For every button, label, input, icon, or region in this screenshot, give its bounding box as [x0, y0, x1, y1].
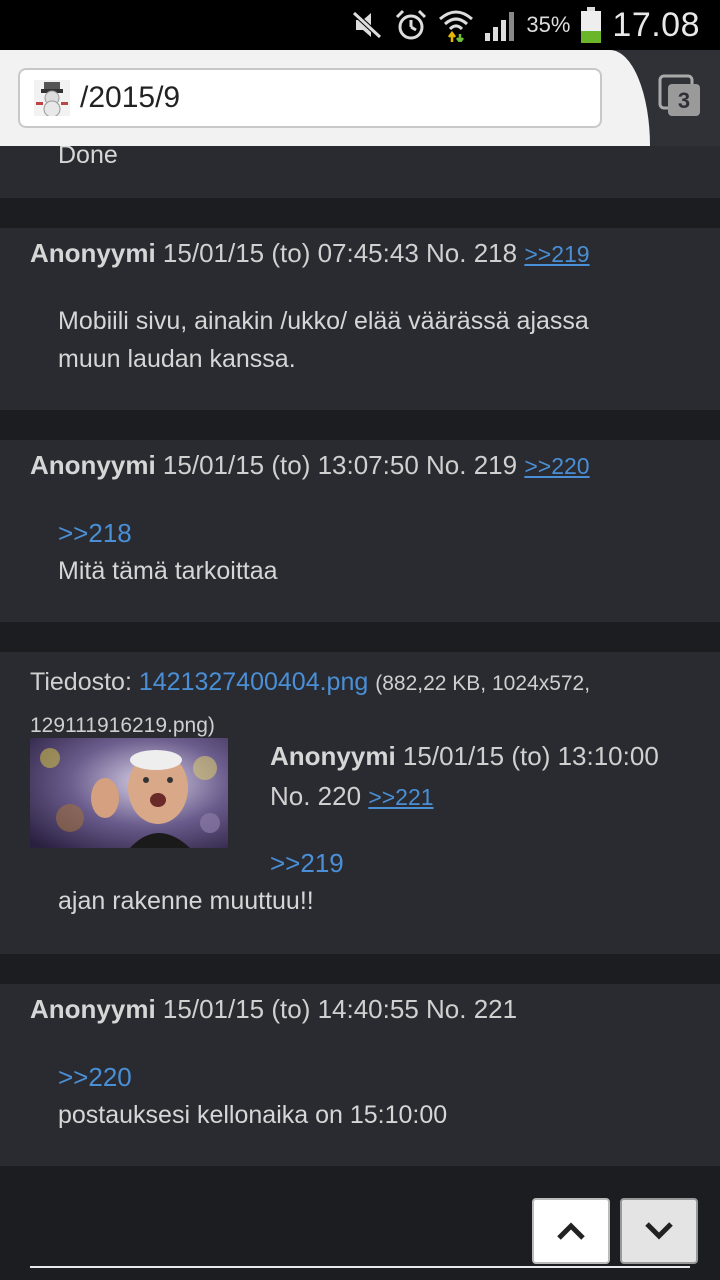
scroll-down-button[interactable] — [620, 1198, 698, 1264]
post-219: Anonyymi 15/01/15 (to) 13:07:50 No. 219 … — [0, 440, 720, 622]
post-number[interactable]: No. 219 — [426, 450, 517, 480]
chevron-up-icon — [557, 1222, 585, 1240]
browser-toolbar: /2015/9 3 — [0, 50, 720, 146]
post-body: >>218 Mitä tämä tarkoittaa — [58, 514, 278, 590]
post-body: >>219 ajan rakenne muuttuu!! — [58, 844, 344, 920]
file-link[interactable]: 1421327400404.png — [139, 668, 368, 696]
post-body: Done — [58, 146, 118, 174]
tab-count: 3 — [678, 88, 690, 113]
post-body-line: ajan rakenne muuttuu!! — [58, 887, 314, 915]
status-bar: 35% 17.08 — [0, 0, 720, 50]
url-text: /2015/9 — [80, 81, 181, 114]
post-body-line: postauksesi kellonaika on 15:10:00 — [58, 1101, 448, 1129]
post-number[interactable]: No. 221 — [426, 994, 517, 1024]
battery-icon — [581, 7, 602, 43]
post-220: Tiedosto: 1421327400404.png (882,22 KB, … — [0, 652, 720, 954]
post-header: Anonyymi 15/01/15 (to) 13:10:00 No. 220 … — [270, 736, 700, 817]
poster-name: Anonyymi — [30, 238, 156, 268]
clock: 17.08 — [612, 5, 700, 44]
post-body-line: Mitä tämä tarkoittaa — [58, 557, 278, 585]
post-number[interactable]: No. 218 — [426, 238, 517, 268]
tab-switcher-button[interactable]: 3 — [658, 74, 702, 118]
quote-link[interactable]: >>220 — [58, 1058, 447, 1096]
post-body-line: muun laudan kanssa. — [58, 345, 296, 373]
battery-percent: 35% — [526, 12, 571, 37]
bottom-divider — [30, 1266, 690, 1268]
file-label: Tiedosto: — [30, 668, 132, 696]
post-body-line: Mobiili sivu, ainakin /ukko/ elää vääräs… — [58, 307, 589, 335]
mute-icon — [352, 11, 383, 39]
post-body-line: Done — [58, 146, 118, 169]
url-bar[interactable]: /2015/9 — [18, 68, 602, 128]
toolbar-tab-shape: /2015/9 — [0, 50, 650, 146]
file-meta: (882,22 KB, 1024x572, — [375, 672, 591, 695]
status-icons: 35% 17.08 — [350, 4, 700, 46]
post-partial: Done — [0, 146, 720, 198]
quote-link[interactable]: >>218 — [58, 514, 278, 552]
signal-icon — [485, 12, 515, 41]
post-date: 15/01/15 (to) 13:10:00 — [402, 741, 659, 771]
scroll-up-button[interactable] — [532, 1198, 610, 1264]
post-body: >>220 postauksesi kellonaika on 15:10:00 — [58, 1058, 447, 1134]
quote-link[interactable]: >>219 — [270, 844, 344, 882]
post-date: 15/01/15 (to) 07:45:43 — [162, 238, 419, 268]
poster-name: Anonyymi — [270, 741, 396, 771]
post-body: Mobiili sivu, ainakin /ukko/ elää vääräs… — [58, 302, 589, 378]
wifi-icon — [439, 10, 474, 42]
post-date: 15/01/15 (to) 13:07:50 — [162, 450, 419, 480]
post-218: Anonyymi 15/01/15 (to) 07:45:43 No. 218 … — [0, 228, 720, 410]
backlink[interactable]: >>219 — [524, 241, 589, 267]
post-header: Anonyymi 15/01/15 (to) 14:40:55 No. 221 — [30, 994, 517, 1025]
file-meta-original: 129111916219.png) — [30, 714, 215, 737]
alarm-icon — [396, 9, 427, 40]
poster-name: Anonyymi — [30, 450, 156, 480]
backlink[interactable]: >>220 — [524, 453, 589, 479]
backlink[interactable]: >>221 — [368, 784, 433, 810]
file-info: Tiedosto: 1421327400404.png (882,22 KB, … — [30, 662, 690, 746]
site-favicon-icon — [34, 80, 70, 116]
post-number[interactable]: No. 220 — [270, 781, 361, 811]
post-header: Anonyymi 15/01/15 (to) 13:07:50 No. 219 … — [30, 450, 590, 481]
thread-content: Done Anonyymi 15/01/15 (to) 07:45:43 No.… — [0, 146, 720, 1280]
poster-name: Anonyymi — [30, 994, 156, 1024]
post-date: 15/01/15 (to) 14:40:55 — [162, 994, 419, 1024]
post-header: Anonyymi 15/01/15 (to) 07:45:43 No. 218 … — [30, 238, 590, 269]
chevron-down-icon — [645, 1222, 673, 1240]
post-221: Anonyymi 15/01/15 (to) 14:40:55 No. 221 … — [0, 984, 720, 1166]
post-thumbnail-image[interactable] — [30, 738, 228, 848]
